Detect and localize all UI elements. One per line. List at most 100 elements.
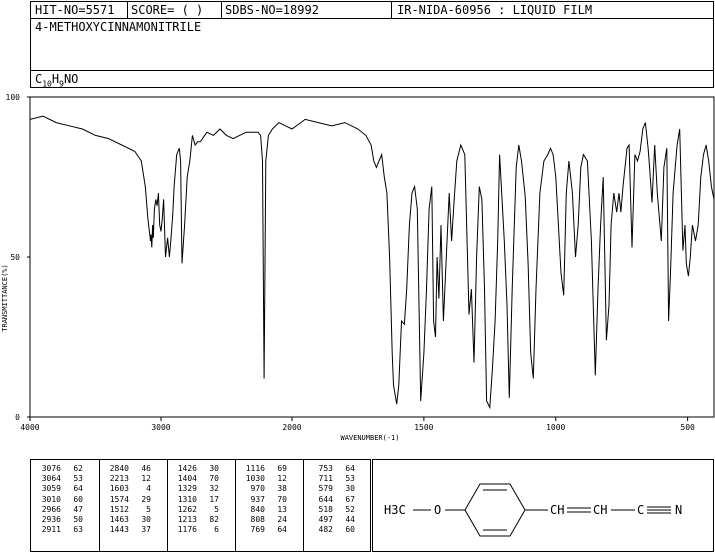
peak-transmittance: 29 (141, 494, 151, 504)
peak-row: 2936 50 (35, 515, 83, 525)
x-tick-label: 1000 (546, 423, 565, 432)
peak-row: 1213 82 (171, 515, 219, 525)
ch-label-1: CH (550, 503, 564, 517)
peak-wavenumber: 1426 (177, 464, 197, 473)
peak-column-divider (303, 460, 304, 551)
peak-transmittance: 67 (345, 494, 355, 504)
peak-wavenumber: 840 (250, 504, 265, 514)
peak-wavenumber: 1030 (245, 474, 265, 484)
peak-transmittance: 69 (277, 464, 287, 473)
peak-wavenumber: 3059 (41, 484, 61, 494)
peak-row: 3059 64 (35, 484, 83, 494)
peak-row: 482 60 (307, 525, 355, 535)
x-tick-label: 4000 (20, 423, 39, 432)
peak-wavenumber: 482 (318, 525, 333, 535)
peak-column-divider (99, 460, 100, 551)
peak-wavenumber: 518 (318, 504, 333, 514)
peak-wavenumber: 1512 (109, 504, 129, 514)
peak-row: 1116 69 (239, 464, 287, 474)
peak-wavenumber: 1603 (109, 484, 129, 494)
peak-wavenumber: 2213 (109, 474, 129, 484)
peak-transmittance: 50 (73, 515, 83, 525)
peak-row: 1176 6 (171, 525, 219, 535)
x-tick-label: 1500 (414, 423, 433, 432)
peak-wavenumber: 808 (250, 515, 265, 525)
peak-transmittance: 30 (141, 515, 151, 525)
peak-transmittance: 64 (73, 484, 83, 494)
peak-wavenumber: 1116 (245, 464, 265, 473)
peak-transmittance: 5 (146, 504, 151, 514)
peak-row: 1574 29 (103, 495, 151, 505)
peak-transmittance: 64 (345, 464, 355, 473)
peak-row: 769 64 (239, 525, 287, 535)
y-tick-label: 0 (15, 413, 20, 422)
peak-wavenumber: 2936 (41, 515, 61, 525)
peak-transmittance: 82 (209, 515, 219, 525)
peak-row: 1262 5 (171, 505, 219, 515)
peak-wavenumber: 753 (318, 464, 333, 473)
peak-wavenumber: 711 (318, 474, 333, 484)
peak-wavenumber: 2840 (109, 464, 129, 473)
peak-row: 937 70 (239, 495, 287, 505)
peak-row: 2911 63 (35, 525, 83, 535)
peak-column: 753 64 711 53 579 30 644 67 518 52 497 44 482 60 (307, 464, 355, 535)
peak-transmittance: 4 (146, 484, 151, 494)
peak-wavenumber: 1329 (177, 484, 197, 494)
chemical-structure: H3C O CH CH C N (384, 483, 682, 537)
peak-column: 1426 30 1404 70 1329 32 1310 17 1262 5 1213 82 1176 6 (171, 464, 219, 535)
peak-transmittance: 60 (73, 494, 83, 504)
peak-column: 3076 62 3064 53 3059 64 3010 60 2966 47 2936 50 2911… (35, 464, 83, 535)
peak-table: 3076 62 3064 53 3059 64 3010 60 2966 47 2936 50 2911… (30, 459, 371, 552)
peak-transmittance: 5 (214, 504, 219, 514)
peak-wavenumber: 3076 (41, 464, 61, 473)
peak-row: 2966 47 (35, 505, 83, 515)
nitrogen-label: N (675, 503, 682, 517)
peak-transmittance: 6 (214, 525, 219, 535)
x-tick-label: 500 (680, 423, 695, 432)
peak-wavenumber: 1404 (177, 474, 197, 484)
peak-transmittance: 30 (345, 484, 355, 494)
peak-row: 2840 46 (103, 464, 151, 474)
peak-transmittance: 24 (277, 515, 287, 525)
peak-row: 1463 30 (103, 515, 151, 525)
peak-transmittance: 13 (277, 504, 287, 514)
methyl-group-label: H3C (384, 503, 406, 517)
peak-transmittance: 64 (277, 525, 287, 535)
peak-transmittance: 52 (345, 504, 355, 514)
x-tick-label: 3000 (151, 423, 170, 432)
peak-row: 3064 53 (35, 474, 83, 484)
peak-wavenumber: 937 (250, 494, 265, 504)
peak-row: 518 52 (307, 505, 355, 515)
peak-column: 1116 69 1030 12 970 38 937 70 840 13 808 24 769 64 (239, 464, 287, 535)
peak-transmittance: 53 (73, 474, 83, 484)
ch-label-2: CH (593, 503, 607, 517)
peak-wavenumber: 1463 (109, 515, 129, 525)
peak-wavenumber: 1176 (177, 525, 197, 535)
peak-wavenumber: 497 (318, 515, 333, 525)
peak-row: 644 67 (307, 495, 355, 505)
peak-row: 579 30 (307, 484, 355, 494)
peak-wavenumber: 579 (318, 484, 333, 494)
peak-wavenumber: 1213 (177, 515, 197, 525)
peak-transmittance: 62 (73, 464, 83, 473)
peak-wavenumber: 1443 (109, 525, 129, 535)
y-tick-label: 50 (10, 253, 20, 262)
peak-transmittance: 38 (277, 484, 287, 494)
peak-wavenumber: 2911 (41, 525, 61, 535)
peak-transmittance: 70 (209, 474, 219, 484)
peak-row: 753 64 (307, 464, 355, 474)
peak-row: 1310 17 (171, 495, 219, 505)
x-axis-title: WAVENUMBER(-1) (340, 434, 399, 442)
peak-wavenumber: 2966 (41, 504, 61, 514)
peak-transmittance: 32 (209, 484, 219, 494)
peak-transmittance: 12 (277, 474, 287, 484)
peak-column: 2840 46 2213 12 1603 4 1574 29 1512 5 1463 30 1443 37 (103, 464, 151, 535)
oxygen-label: O (434, 503, 441, 517)
peak-row: 1603 4 (103, 484, 151, 494)
peak-row: 3076 62 (35, 464, 83, 474)
peak-row: 1443 37 (103, 525, 151, 535)
peak-transmittance: 30 (209, 464, 219, 473)
peak-transmittance: 53 (345, 474, 355, 484)
x-tick-label: 2000 (282, 423, 301, 432)
peak-transmittance: 70 (277, 494, 287, 504)
